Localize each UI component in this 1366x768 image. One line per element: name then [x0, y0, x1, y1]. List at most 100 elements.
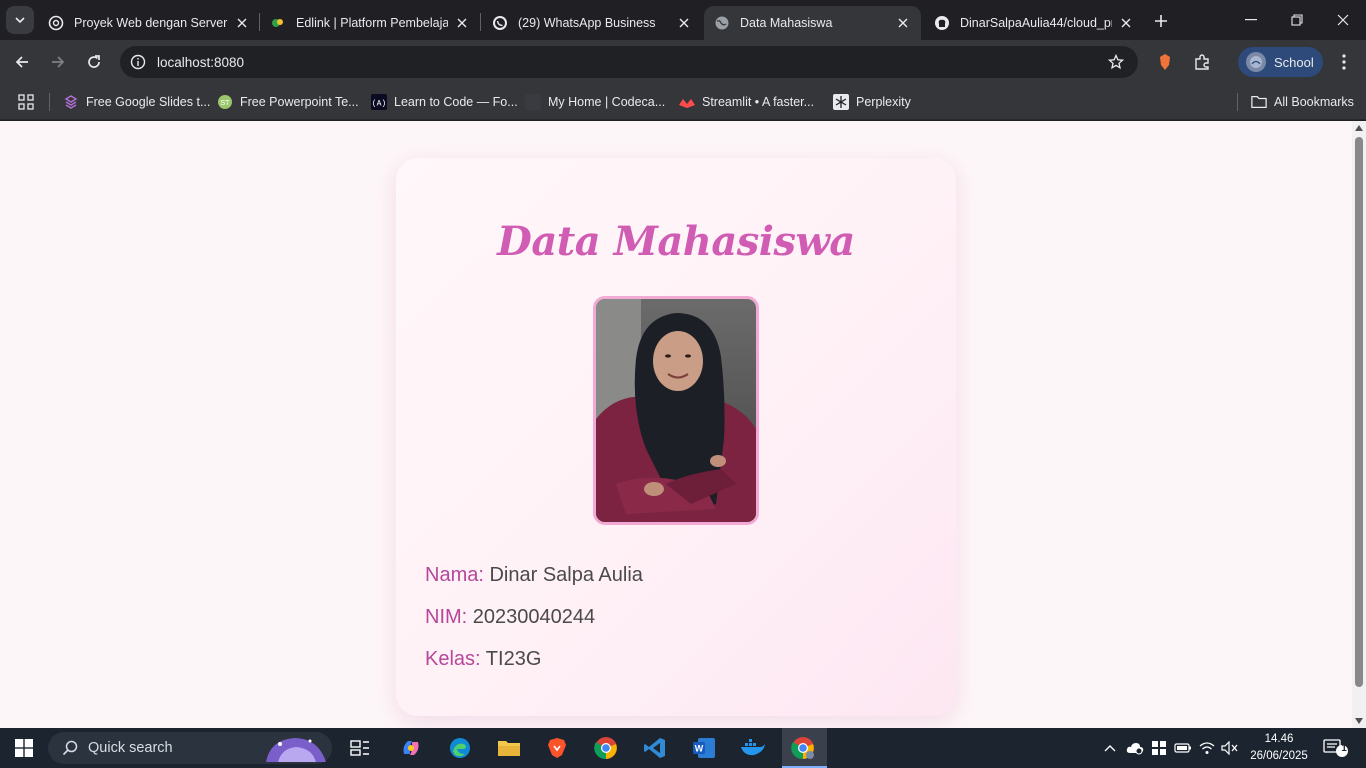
extensions-puzzle-icon[interactable]: [1190, 50, 1214, 74]
bookmark-item[interactable]: My Home | Codeca...: [525, 92, 665, 112]
address-bar[interactable]: localhost:8080: [120, 46, 1138, 78]
field-nama: Nama: Dinar Salpa Aulia: [425, 564, 643, 587]
windows-taskbar: Quick search W 14.46 26/06/2025 1: [0, 728, 1366, 768]
close-tab-icon[interactable]: [1118, 15, 1134, 31]
bookmark-separator: [1237, 93, 1238, 111]
slidesgo-icon: [63, 94, 79, 110]
new-tab-button[interactable]: [1148, 8, 1174, 34]
close-tab-icon[interactable]: [454, 15, 470, 31]
tab-whatsapp[interactable]: (29) WhatsApp Business: [482, 6, 702, 40]
wifi-icon[interactable]: [1197, 738, 1217, 758]
all-bookmarks-button[interactable]: All Bookmarks: [1251, 92, 1354, 112]
word-icon: W: [693, 738, 715, 758]
forward-button[interactable]: [44, 48, 72, 76]
svg-text:(A): (A): [372, 100, 386, 109]
folder-icon: [1251, 94, 1267, 110]
copilot-icon: [403, 741, 419, 755]
vscode-button[interactable]: [635, 732, 675, 764]
bookmark-item[interactable]: Free Google Slides t...: [63, 92, 210, 112]
restore-button[interactable]: [1274, 0, 1320, 40]
plus-icon: [1155, 15, 1167, 27]
url-text[interactable]: localhost:8080: [157, 55, 244, 70]
security-icon[interactable]: [1149, 738, 1169, 758]
bookmark-item[interactable]: (A) Learn to Code — Fo...: [371, 92, 518, 112]
clock-time: 14.46: [1264, 733, 1294, 745]
bookmarks-bar: Free Google Slides t... ST Free Powerpoi…: [0, 84, 1366, 120]
chrome-icon: [791, 737, 814, 760]
task-view-button[interactable]: [340, 732, 380, 764]
bookmark-label: Learn to Code — Fo...: [394, 95, 518, 109]
bookmark-star-icon[interactable]: [1106, 52, 1126, 72]
field-value: Dinar Salpa Aulia: [489, 564, 643, 586]
profile-label: School: [1274, 54, 1314, 70]
search-placeholder: Quick search: [88, 740, 173, 756]
brave-icon: [548, 738, 566, 758]
bookmark-item[interactable]: Streamlit • A faster...: [679, 92, 814, 112]
bookmark-label: Streamlit • A faster...: [702, 95, 815, 109]
bookmark-item[interactable]: ST Free Powerpoint Te...: [217, 92, 359, 112]
tab-edlink[interactable]: Edlink | Platform Pembelajaran: [260, 6, 480, 40]
minimize-button[interactable]: [1228, 0, 1274, 40]
svg-text:W: W: [695, 744, 704, 754]
restore-icon: [1291, 14, 1303, 26]
docker-icon: [741, 739, 765, 756]
arrow-right-icon: [52, 56, 65, 68]
file-explorer-button[interactable]: [489, 732, 529, 764]
page-scrollbar[interactable]: [1352, 121, 1366, 728]
tab-search-button[interactable]: [6, 6, 34, 34]
bookmark-item[interactable]: Perplexity: [833, 92, 911, 112]
start-button[interactable]: [4, 732, 44, 764]
chrome-button[interactable]: [586, 732, 626, 764]
profile-button[interactable]: School: [1238, 47, 1323, 77]
taskbar-search[interactable]: Quick search: [48, 732, 332, 764]
page-viewport: Data Mahasiswa Nama: Dinar Salpa Aulia N…: [0, 121, 1352, 728]
taskbar-clock[interactable]: 14.46 26/06/2025: [1244, 731, 1314, 765]
tab-data-mahasiswa[interactable]: Data Mahasiswa: [704, 6, 921, 40]
scroll-down-arrow[interactable]: [1355, 718, 1363, 724]
docker-button[interactable]: [733, 732, 773, 764]
slideteam-icon: ST: [217, 94, 233, 110]
field-label: Nama:: [425, 564, 484, 586]
close-tab-icon[interactable]: [234, 15, 250, 31]
close-window-button[interactable]: [1320, 0, 1366, 40]
minimize-icon: [1245, 19, 1257, 21]
notification-center-button[interactable]: 1: [1322, 738, 1350, 758]
task-view-icon: [350, 740, 369, 756]
field-value: 20230040244: [472, 606, 596, 628]
close-icon: [1337, 14, 1349, 26]
tab-title: (29) WhatsApp Business: [518, 16, 656, 30]
field-label: NIM:: [425, 606, 468, 628]
tab-github[interactable]: DinarSalpaAulia44/cloud_project: [924, 6, 1144, 40]
scroll-thumb[interactable]: [1355, 137, 1363, 687]
cloud-sync-icon[interactable]: [1125, 738, 1145, 758]
perplexity-icon: [833, 94, 849, 110]
tab-strip: Proyek Web dengan Server Edlink | Platfo…: [0, 0, 1366, 40]
bookmark-label: Free Google Slides t...: [86, 95, 211, 109]
chrome-active-button[interactable]: [783, 732, 823, 764]
apps-grid-icon[interactable]: [16, 92, 36, 112]
extension-brave-icon[interactable]: [1153, 50, 1177, 74]
tab-title: Data Mahasiswa: [740, 16, 833, 30]
word-button[interactable]: W: [684, 732, 724, 764]
close-tab-icon[interactable]: [895, 15, 911, 31]
avatar: [1246, 52, 1266, 72]
reload-button[interactable]: [80, 48, 108, 76]
close-tab-icon[interactable]: [676, 15, 692, 31]
page-title: Data Mahasiswa: [497, 218, 855, 265]
github-icon: [934, 15, 950, 31]
volume-muted-icon[interactable]: [1220, 738, 1240, 758]
freecodecamp-icon: (A): [371, 94, 387, 110]
brave-button[interactable]: [537, 732, 577, 764]
tab-proyek-web[interactable]: Proyek Web dengan Server: [38, 6, 260, 40]
clock-date: 26/06/2025: [1250, 750, 1308, 762]
bookmark-separator: [49, 93, 50, 111]
battery-icon[interactable]: [1173, 738, 1193, 758]
field-value: TI23G: [485, 648, 542, 670]
back-button[interactable]: [8, 48, 36, 76]
scroll-up-arrow[interactable]: [1355, 125, 1363, 131]
site-info-icon[interactable]: [128, 52, 148, 72]
edge-button[interactable]: [440, 732, 480, 764]
show-hidden-icons-chevron-icon[interactable]: [1100, 738, 1120, 758]
browser-menu-button[interactable]: [1332, 50, 1356, 74]
copilot-button[interactable]: [391, 732, 431, 764]
